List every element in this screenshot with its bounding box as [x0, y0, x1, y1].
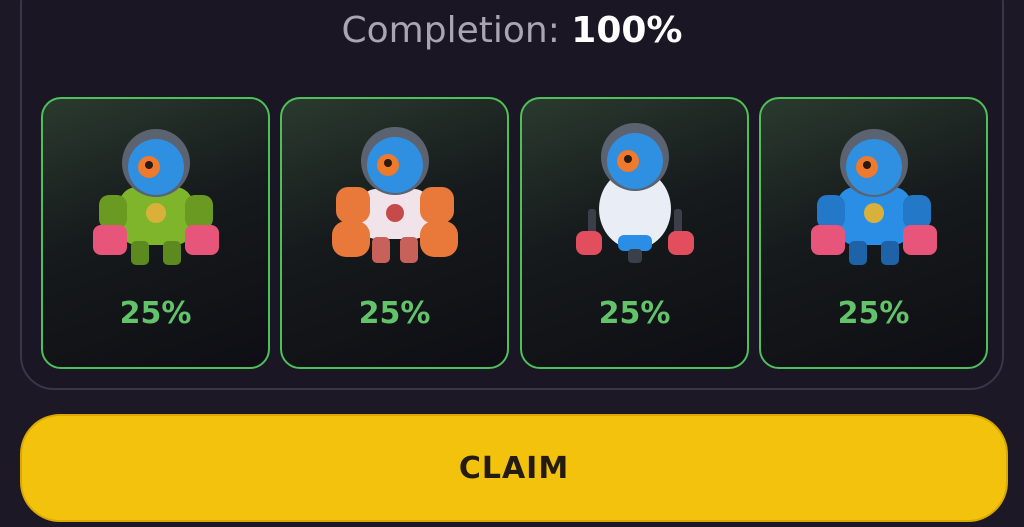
blue-robot-icon: [810, 129, 937, 265]
completion-value: 100%: [571, 10, 683, 51]
card-percent: 25%: [119, 296, 192, 331]
completion-label: Completion:: [341, 10, 560, 51]
claim-button[interactable]: CLAIM: [20, 414, 1008, 522]
card-percent: 25%: [598, 296, 671, 331]
orange-robot-icon: [331, 127, 458, 263]
reward-card-blue-robot[interactable]: 25%: [759, 97, 988, 369]
white-robot-icon: [575, 123, 694, 263]
completion-header: Completion: 100%: [0, 10, 1024, 51]
card-percent: 25%: [358, 296, 431, 331]
reward-card-white-robot[interactable]: 25%: [520, 97, 749, 369]
reward-card-green-robot[interactable]: 25%: [41, 97, 270, 369]
green-robot-icon: [92, 129, 219, 265]
reward-card-orange-robot[interactable]: 25%: [280, 97, 509, 369]
card-percent: 25%: [837, 296, 910, 331]
